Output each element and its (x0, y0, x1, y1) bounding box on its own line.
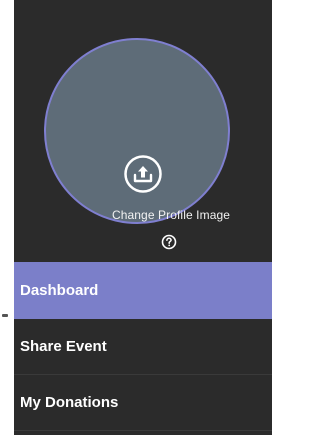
upload-icon (124, 155, 162, 193)
nav-item-share-event[interactable]: Share Event (14, 319, 272, 375)
navigation-drawer: Change Profile Image Dashboard Share Eve… (14, 0, 272, 435)
profile-avatar[interactable]: Change Profile Image (44, 38, 230, 250)
app-screen: Change Profile Image Dashboard Share Eve… (0, 0, 278, 435)
nav-item-label: Dashboard (20, 282, 99, 299)
nav-item-dashboard[interactable]: Dashboard (14, 262, 272, 319)
nav-item-my-donations[interactable]: My Donations (14, 375, 272, 431)
profile-header: Change Profile Image (14, 0, 272, 262)
help-icon[interactable] (161, 234, 177, 250)
content-edge-marker (2, 314, 8, 317)
nav-item-label: My Donations (20, 394, 119, 411)
scrollbar-track (272, 0, 278, 435)
nav-item-label: Share Event (20, 338, 107, 355)
change-profile-image-label: Change Profile Image (111, 208, 231, 222)
nav-menu: Dashboard Share Event My Donations (14, 262, 272, 431)
